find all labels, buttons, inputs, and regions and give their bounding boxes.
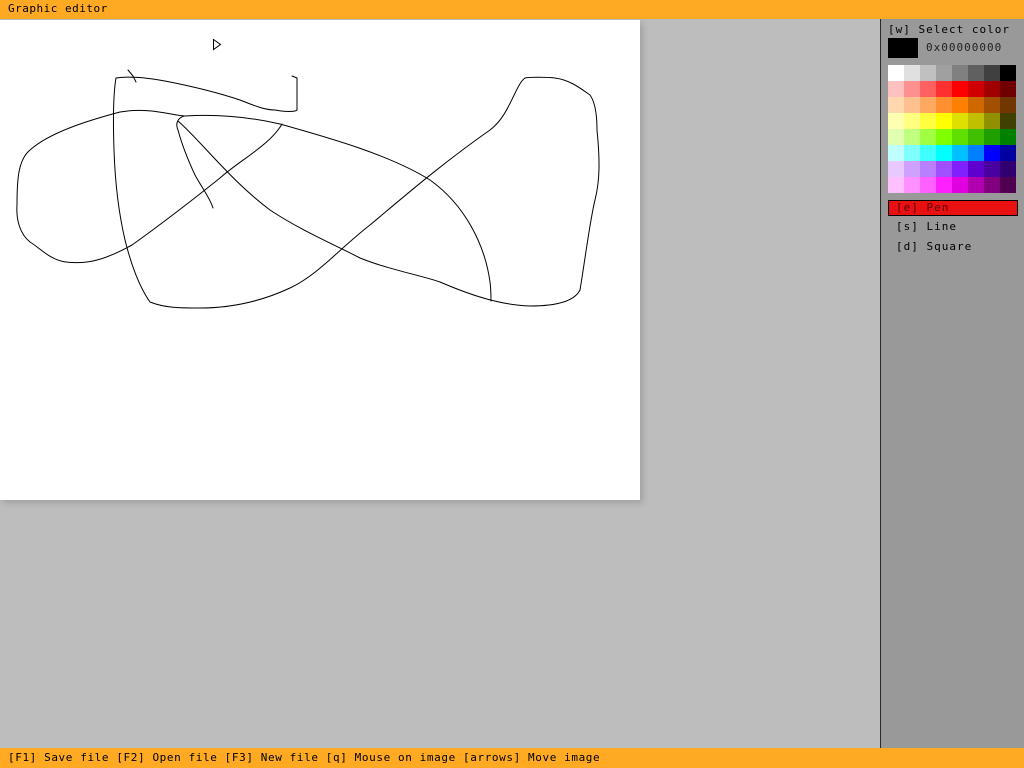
palette-swatch[interactable] bbox=[888, 145, 904, 161]
palette-swatch[interactable] bbox=[968, 65, 984, 81]
palette-swatch[interactable] bbox=[1000, 113, 1016, 129]
palette-swatch[interactable] bbox=[904, 81, 920, 97]
palette-swatch[interactable] bbox=[936, 65, 952, 81]
current-color-hex: 0x00000000 bbox=[926, 41, 1003, 54]
tool-list: [e] Pen [s] Line [d] Square bbox=[888, 200, 1018, 260]
palette-swatch[interactable] bbox=[952, 161, 968, 177]
pen-stroke bbox=[112, 75, 600, 309]
pen-stroke bbox=[176, 115, 214, 209]
palette-swatch[interactable] bbox=[1000, 177, 1016, 193]
palette-swatch[interactable] bbox=[920, 145, 936, 161]
palette-swatch[interactable] bbox=[952, 177, 968, 193]
palette-swatch[interactable] bbox=[920, 81, 936, 97]
palette-swatch[interactable] bbox=[888, 161, 904, 177]
select-color-label: [w] Select color bbox=[888, 23, 1010, 36]
palette-swatch[interactable] bbox=[904, 145, 920, 161]
palette-swatch[interactable] bbox=[952, 65, 968, 81]
palette-swatch[interactable] bbox=[984, 97, 1000, 113]
palette-swatch[interactable] bbox=[920, 129, 936, 145]
palette-swatch[interactable] bbox=[888, 65, 904, 81]
palette-swatch[interactable] bbox=[984, 129, 1000, 145]
palette-swatch[interactable] bbox=[968, 113, 984, 129]
palette-swatch[interactable] bbox=[1000, 161, 1016, 177]
drawing-canvas[interactable] bbox=[0, 20, 640, 500]
tool-line[interactable]: [s] Line bbox=[888, 220, 1018, 236]
palette-swatch[interactable] bbox=[888, 129, 904, 145]
palette-swatch[interactable] bbox=[1000, 65, 1016, 81]
palette-swatch[interactable] bbox=[984, 161, 1000, 177]
palette-swatch[interactable] bbox=[984, 81, 1000, 97]
palette-swatch[interactable] bbox=[936, 113, 952, 129]
palette-swatch[interactable] bbox=[920, 113, 936, 129]
mouse-cursor-icon bbox=[213, 38, 222, 54]
palette-swatch[interactable] bbox=[888, 81, 904, 97]
palette-swatch[interactable] bbox=[888, 97, 904, 113]
workspace bbox=[0, 19, 880, 748]
palette-swatch[interactable] bbox=[888, 113, 904, 129]
tool-sidebar: [w] Select color 0x00000000 [e] Pen [s] … bbox=[880, 19, 1024, 748]
palette-swatch[interactable] bbox=[968, 161, 984, 177]
palette-swatch[interactable] bbox=[936, 161, 952, 177]
pen-stroke bbox=[184, 114, 492, 302]
palette-swatch[interactable] bbox=[1000, 145, 1016, 161]
palette-swatch[interactable] bbox=[968, 81, 984, 97]
pen-stroke bbox=[127, 69, 137, 83]
palette-swatch[interactable] bbox=[952, 97, 968, 113]
current-color-swatch bbox=[888, 38, 918, 58]
palette-swatch[interactable] bbox=[904, 113, 920, 129]
palette-swatch[interactable] bbox=[936, 129, 952, 145]
status-bar: [F1] Save file [F2] Open file [F3] New f… bbox=[0, 748, 1024, 768]
tool-square[interactable]: [d] Square bbox=[888, 240, 1018, 256]
palette-swatch[interactable] bbox=[984, 177, 1000, 193]
palette-swatch[interactable] bbox=[984, 113, 1000, 129]
palette-swatch[interactable] bbox=[1000, 129, 1016, 145]
palette-swatch[interactable] bbox=[936, 97, 952, 113]
palette-swatch[interactable] bbox=[936, 145, 952, 161]
palette-swatch[interactable] bbox=[968, 177, 984, 193]
palette-swatch[interactable] bbox=[920, 65, 936, 81]
tool-pen[interactable]: [e] Pen bbox=[888, 200, 1018, 216]
palette-swatch[interactable] bbox=[904, 161, 920, 177]
palette-swatch[interactable] bbox=[984, 65, 1000, 81]
palette-swatch[interactable] bbox=[968, 129, 984, 145]
color-palette bbox=[888, 65, 1016, 193]
shortcut-hints: [F1] Save file [F2] Open file [F3] New f… bbox=[8, 751, 601, 764]
palette-swatch[interactable] bbox=[904, 97, 920, 113]
palette-swatch[interactable] bbox=[920, 177, 936, 193]
palette-swatch[interactable] bbox=[904, 65, 920, 81]
palette-swatch[interactable] bbox=[984, 145, 1000, 161]
palette-swatch[interactable] bbox=[888, 177, 904, 193]
palette-swatch[interactable] bbox=[968, 97, 984, 113]
palette-swatch[interactable] bbox=[904, 177, 920, 193]
palette-swatch[interactable] bbox=[904, 129, 920, 145]
palette-swatch[interactable] bbox=[952, 145, 968, 161]
palette-swatch[interactable] bbox=[936, 81, 952, 97]
palette-swatch[interactable] bbox=[920, 161, 936, 177]
title-bar: Graphic editor bbox=[0, 0, 1024, 19]
palette-swatch[interactable] bbox=[936, 177, 952, 193]
palette-swatch[interactable] bbox=[1000, 81, 1016, 97]
window-title: Graphic editor bbox=[8, 2, 108, 15]
palette-swatch[interactable] bbox=[952, 129, 968, 145]
palette-swatch[interactable] bbox=[968, 145, 984, 161]
palette-swatch[interactable] bbox=[952, 113, 968, 129]
palette-swatch[interactable] bbox=[1000, 97, 1016, 113]
palette-swatch[interactable] bbox=[952, 81, 968, 97]
palette-swatch[interactable] bbox=[920, 97, 936, 113]
drawing-strokes bbox=[16, 69, 600, 309]
